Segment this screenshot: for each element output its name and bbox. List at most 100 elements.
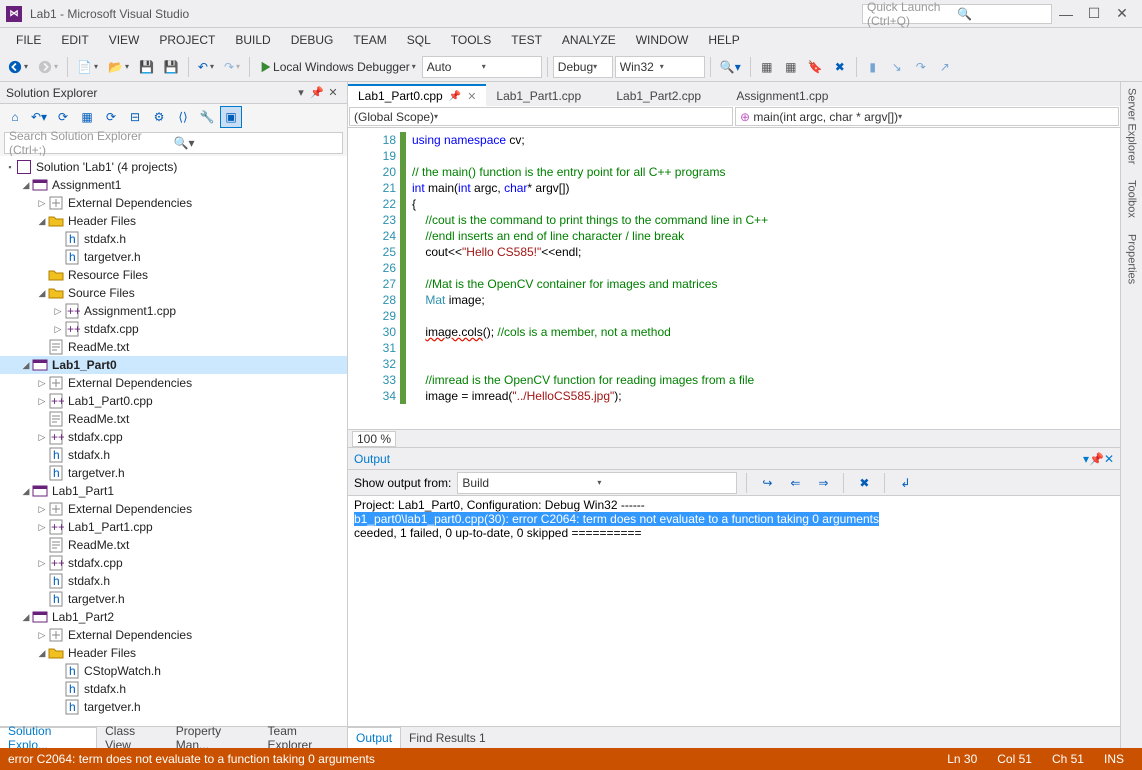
prev-msg-button[interactable]: ⇐ xyxy=(784,472,806,494)
tab-close-icon[interactable]: ✕ xyxy=(707,90,716,103)
expand-icon[interactable]: ◢ xyxy=(20,486,32,497)
tree-row[interactable]: hstdafx.h xyxy=(0,230,347,248)
find-button[interactable]: 🔍▾ xyxy=(716,56,745,78)
properties-icon[interactable]: ⚙ xyxy=(148,106,170,128)
code-line[interactable] xyxy=(412,148,1120,164)
goto-button[interactable]: ↪ xyxy=(756,472,778,494)
tree-row[interactable]: htargetver.h xyxy=(0,698,347,716)
solution-label[interactable]: Solution 'Lab1' (4 projects) xyxy=(36,160,177,174)
step-button[interactable]: ▮ xyxy=(862,56,884,78)
output-text[interactable]: Project: Lab1_Part0, Configuration: Debu… xyxy=(348,496,1120,726)
left-tab[interactable]: Team Explorer xyxy=(260,727,347,748)
bookmark-button[interactable]: 🔖 xyxy=(804,56,827,78)
home-icon[interactable]: ⌂ xyxy=(4,106,26,128)
menu-team[interactable]: TEAM xyxy=(343,29,396,51)
code-line[interactable]: // the main() function is the entry poin… xyxy=(412,164,1120,180)
tree-row[interactable]: Resource Files xyxy=(0,266,347,284)
quick-launch-input[interactable]: Quick Launch (Ctrl+Q) 🔍 xyxy=(862,4,1052,24)
start-debugging-button[interactable]: Local Windows Debugger▾ xyxy=(255,56,420,78)
uncomment-button[interactable]: ▦ xyxy=(780,56,802,78)
menu-help[interactable]: HELP xyxy=(698,29,749,51)
code-line[interactable] xyxy=(412,308,1120,324)
expand-icon[interactable]: ▷ xyxy=(36,504,48,515)
code-line[interactable]: //Mat is the OpenCV container for images… xyxy=(412,276,1120,292)
tree-row[interactable]: ▷++stdafx.cpp xyxy=(0,428,347,446)
pin-icon[interactable]: 📌 xyxy=(449,91,461,102)
expand-icon[interactable]: ▷ xyxy=(52,306,64,317)
view-icon[interactable]: ▣ xyxy=(220,106,242,128)
expand-icon[interactable]: ◢ xyxy=(36,288,48,299)
member-combo[interactable]: main(int argc, char * argv[])▾ xyxy=(735,107,1119,126)
tree-row[interactable]: hCStopWatch.h xyxy=(0,662,347,680)
pin-icon[interactable]: 📌 xyxy=(309,85,325,101)
expand-icon[interactable]: ◢ xyxy=(36,648,48,659)
collapse-icon[interactable]: ⊟ xyxy=(124,106,146,128)
tree-row[interactable]: ◢Lab1_Part0 xyxy=(0,356,347,374)
code-line[interactable] xyxy=(412,260,1120,276)
nav-fwd-button[interactable]: ▾ xyxy=(34,56,62,78)
editor-tab[interactable]: Lab1_Part0.cpp📌✕ xyxy=(348,84,486,106)
step-out-button[interactable]: ↗ xyxy=(934,56,956,78)
tree-row[interactable]: ▷++stdafx.cpp xyxy=(0,320,347,338)
tree-row[interactable]: ▷External Dependencies xyxy=(0,374,347,392)
tab-close-icon[interactable]: ✕ xyxy=(467,90,476,103)
tree-row[interactable]: ▷++Lab1_Part1.cpp xyxy=(0,518,347,536)
scope-combo[interactable]: (Global Scope)▾ xyxy=(349,107,733,126)
close-button[interactable]: ✕ xyxy=(1108,4,1136,24)
expand-icon[interactable]: ▷ xyxy=(36,378,48,389)
menu-debug[interactable]: DEBUG xyxy=(281,29,344,51)
editor-tab[interactable]: Assignment1.cpp✕ xyxy=(726,84,853,106)
output-line[interactable]: ceeded, 1 failed, 0 up-to-date, 0 skippe… xyxy=(354,526,1114,540)
panel-close-icon[interactable]: ✕ xyxy=(325,85,341,101)
code-line[interactable]: { xyxy=(412,196,1120,212)
tree-row[interactable]: ▷++stdafx.cpp xyxy=(0,554,347,572)
tree-row[interactable]: ◢Lab1_Part2 xyxy=(0,608,347,626)
solution-platform-combo[interactable]: Auto▾ xyxy=(422,56,542,78)
maximize-button[interactable]: ☐ xyxy=(1080,4,1108,24)
code-line[interactable]: cout<<"Hello CS585!"<<endl; xyxy=(412,244,1120,260)
sidebar-tab[interactable]: Server Explorer xyxy=(1126,88,1138,164)
show-all-icon[interactable]: ▦ xyxy=(76,106,98,128)
tree-row[interactable]: htargetver.h xyxy=(0,464,347,482)
redo-button[interactable]: ↷▾ xyxy=(220,56,244,78)
tree-row[interactable]: hstdafx.h xyxy=(0,446,347,464)
panel-close-icon[interactable]: ✕ xyxy=(1104,452,1114,466)
zoom-combo[interactable]: 100 % xyxy=(352,431,396,447)
expand-icon[interactable]: ◢ xyxy=(36,216,48,227)
sidebar-tab[interactable]: Properties xyxy=(1126,234,1138,284)
tree-row[interactable]: ▷++Lab1_Part0.cpp xyxy=(0,392,347,410)
menu-file[interactable]: FILE xyxy=(6,29,51,51)
clear-button[interactable]: ✖ xyxy=(853,472,875,494)
tree-row[interactable]: ReadMe.txt xyxy=(0,410,347,428)
code-line[interactable]: //endl inserts an end of line character … xyxy=(412,228,1120,244)
left-tab[interactable]: Class View xyxy=(97,727,168,748)
code-line[interactable]: using namespace cv; xyxy=(412,132,1120,148)
step-over-button[interactable]: ↷ xyxy=(910,56,932,78)
tree-row[interactable]: ◢Header Files xyxy=(0,644,347,662)
tree-row[interactable]: ◢Lab1_Part1 xyxy=(0,482,347,500)
nav-back-button[interactable]: ▾ xyxy=(4,56,32,78)
expand-icon[interactable]: ▷ xyxy=(36,198,48,209)
menu-build[interactable]: BUILD xyxy=(225,29,280,51)
tree-row[interactable]: hstdafx.h xyxy=(0,680,347,698)
expand-icon[interactable]: ▷ xyxy=(36,396,48,407)
save-all-button[interactable]: 💾 xyxy=(160,56,183,78)
menu-project[interactable]: PROJECT xyxy=(149,29,225,51)
expand-icon[interactable]: ▷ xyxy=(36,630,48,641)
tree-row-solution[interactable]: ▪Solution 'Lab1' (4 projects) xyxy=(0,158,347,176)
wrench-icon[interactable]: 🔧 xyxy=(196,106,218,128)
code-line[interactable]: //imread is the OpenCV function for read… xyxy=(412,372,1120,388)
save-button[interactable]: 💾 xyxy=(135,56,158,78)
expand-icon[interactable]: ▷ xyxy=(36,558,48,569)
code-line[interactable] xyxy=(412,356,1120,372)
sync-icon[interactable]: ⟳ xyxy=(52,106,74,128)
next-msg-button[interactable]: ⇒ xyxy=(812,472,834,494)
back-icon[interactable]: ↶▾ xyxy=(28,106,50,128)
new-project-button[interactable]: 📄▾ xyxy=(73,56,102,78)
editor-tab[interactable]: Lab1_Part2.cpp✕ xyxy=(606,84,726,106)
output-line[interactable]: b1_part0\lab1_part0.cpp(30): error C2064… xyxy=(354,512,1114,526)
code-line[interactable]: image = imread("../HelloCS585.jpg"); xyxy=(412,388,1120,404)
code-area[interactable]: using namespace cv; // the main() functi… xyxy=(406,128,1120,429)
expand-icon[interactable]: ▷ xyxy=(36,522,48,533)
tree-row[interactable]: ◢Header Files xyxy=(0,212,347,230)
